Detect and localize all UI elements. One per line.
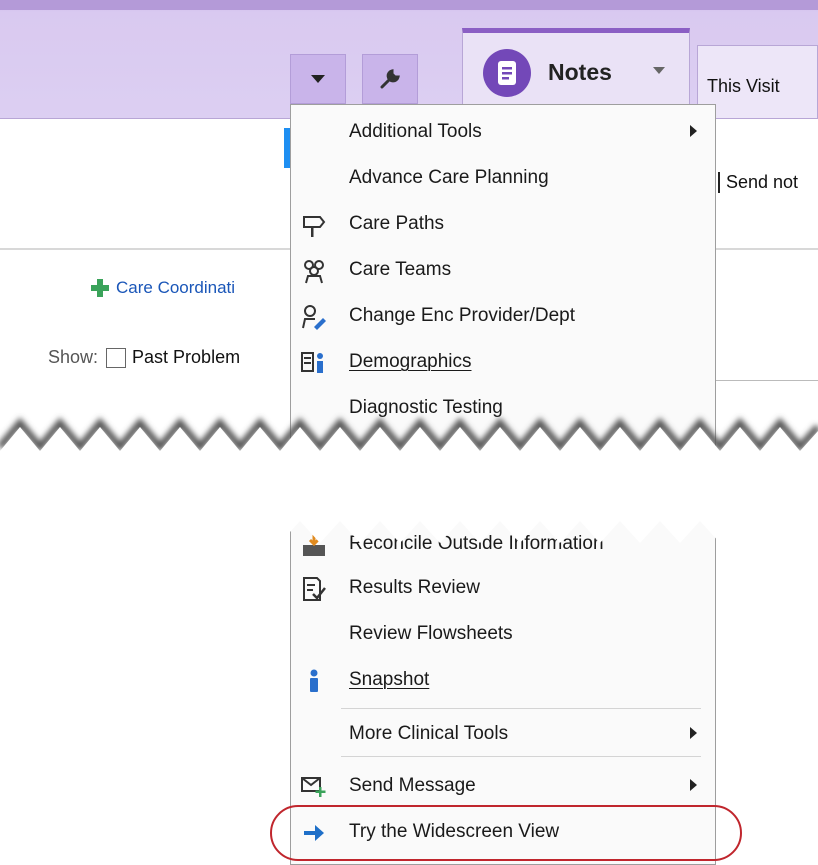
care-coordination-link[interactable]: Care Coordinati [90,278,235,298]
demographics-icon [299,349,329,377]
menu-item-more-clinical-tools[interactable]: More Clinical Tools [291,715,715,755]
show-filter: Show: Past Problem [48,347,240,368]
notes-tab-label: Notes [548,59,612,85]
tools-button[interactable] [362,54,418,104]
menu-item-label: More Clinical Tools [349,723,509,744]
this-visit-tab-label: This Visit [707,76,780,96]
menu-item-review-flowsheets[interactable]: Review Flowsheets [291,615,715,655]
menu-item-send-message[interactable]: Send Message [291,767,715,807]
team-icon [299,257,329,285]
plus-icon [91,279,109,297]
provider-edit-icon [299,303,329,331]
menu-item-demographics[interactable]: Demographics [291,343,715,383]
torn-edge-break [0,417,818,543]
menu-dropdown-button[interactable] [290,54,346,104]
toolbar-stripe [0,0,818,10]
notes-icon [483,49,531,97]
menu-item-label: Care Teams [349,259,452,280]
highlight-oval [270,805,742,861]
menu-item-label: Change Enc Provider/Dept [349,305,576,326]
caret-down-icon [311,75,325,83]
menu-item-label: Snapshot [349,669,430,690]
menu-item-change-enc-provider[interactable]: Change Enc Provider/Dept [291,297,715,337]
menu-item-label: Demographics [349,351,472,372]
menu-item-label: Send Message [349,775,476,796]
message-add-icon [299,773,329,801]
menu-item-additional-tools[interactable]: Additional Tools [291,113,715,153]
show-label: Show: [48,347,99,367]
past-problems-label: Past Problem [132,347,241,367]
menu-item-snapshot[interactable]: Snapshot [291,661,715,701]
signpost-icon [299,211,329,239]
results-review-icon [299,575,329,603]
menu-item-label: Results Review [349,577,480,598]
person-icon [299,667,329,695]
submenu-arrow-icon [690,779,697,791]
divider [712,380,818,381]
menu-separator [341,756,701,757]
send-notes-fragment[interactable]: Send not [718,172,798,193]
menu-item-label: Advance Care Planning [349,167,549,188]
menu-item-care-paths[interactable]: Care Paths [291,205,715,245]
past-problems-checkbox[interactable] [106,347,127,368]
menu-item-label: Additional Tools [349,121,482,142]
wrench-icon [380,69,400,89]
menu-item-results-review[interactable]: Results Review [291,569,715,609]
toolbar: Notes This Visit [0,0,818,120]
menu-item-care-teams[interactable]: Care Teams [291,251,715,291]
chevron-down-icon[interactable] [653,67,665,74]
menu-item-label: Review Flowsheets [349,623,513,644]
menu-item-advance-care-planning[interactable]: Advance Care Planning [291,159,715,199]
submenu-arrow-icon [690,727,697,739]
submenu-arrow-icon [690,125,697,137]
care-coordination-label: Care Coordinati [116,278,236,297]
menu-separator [341,708,701,709]
menu-item-label: Care Paths [349,213,445,234]
